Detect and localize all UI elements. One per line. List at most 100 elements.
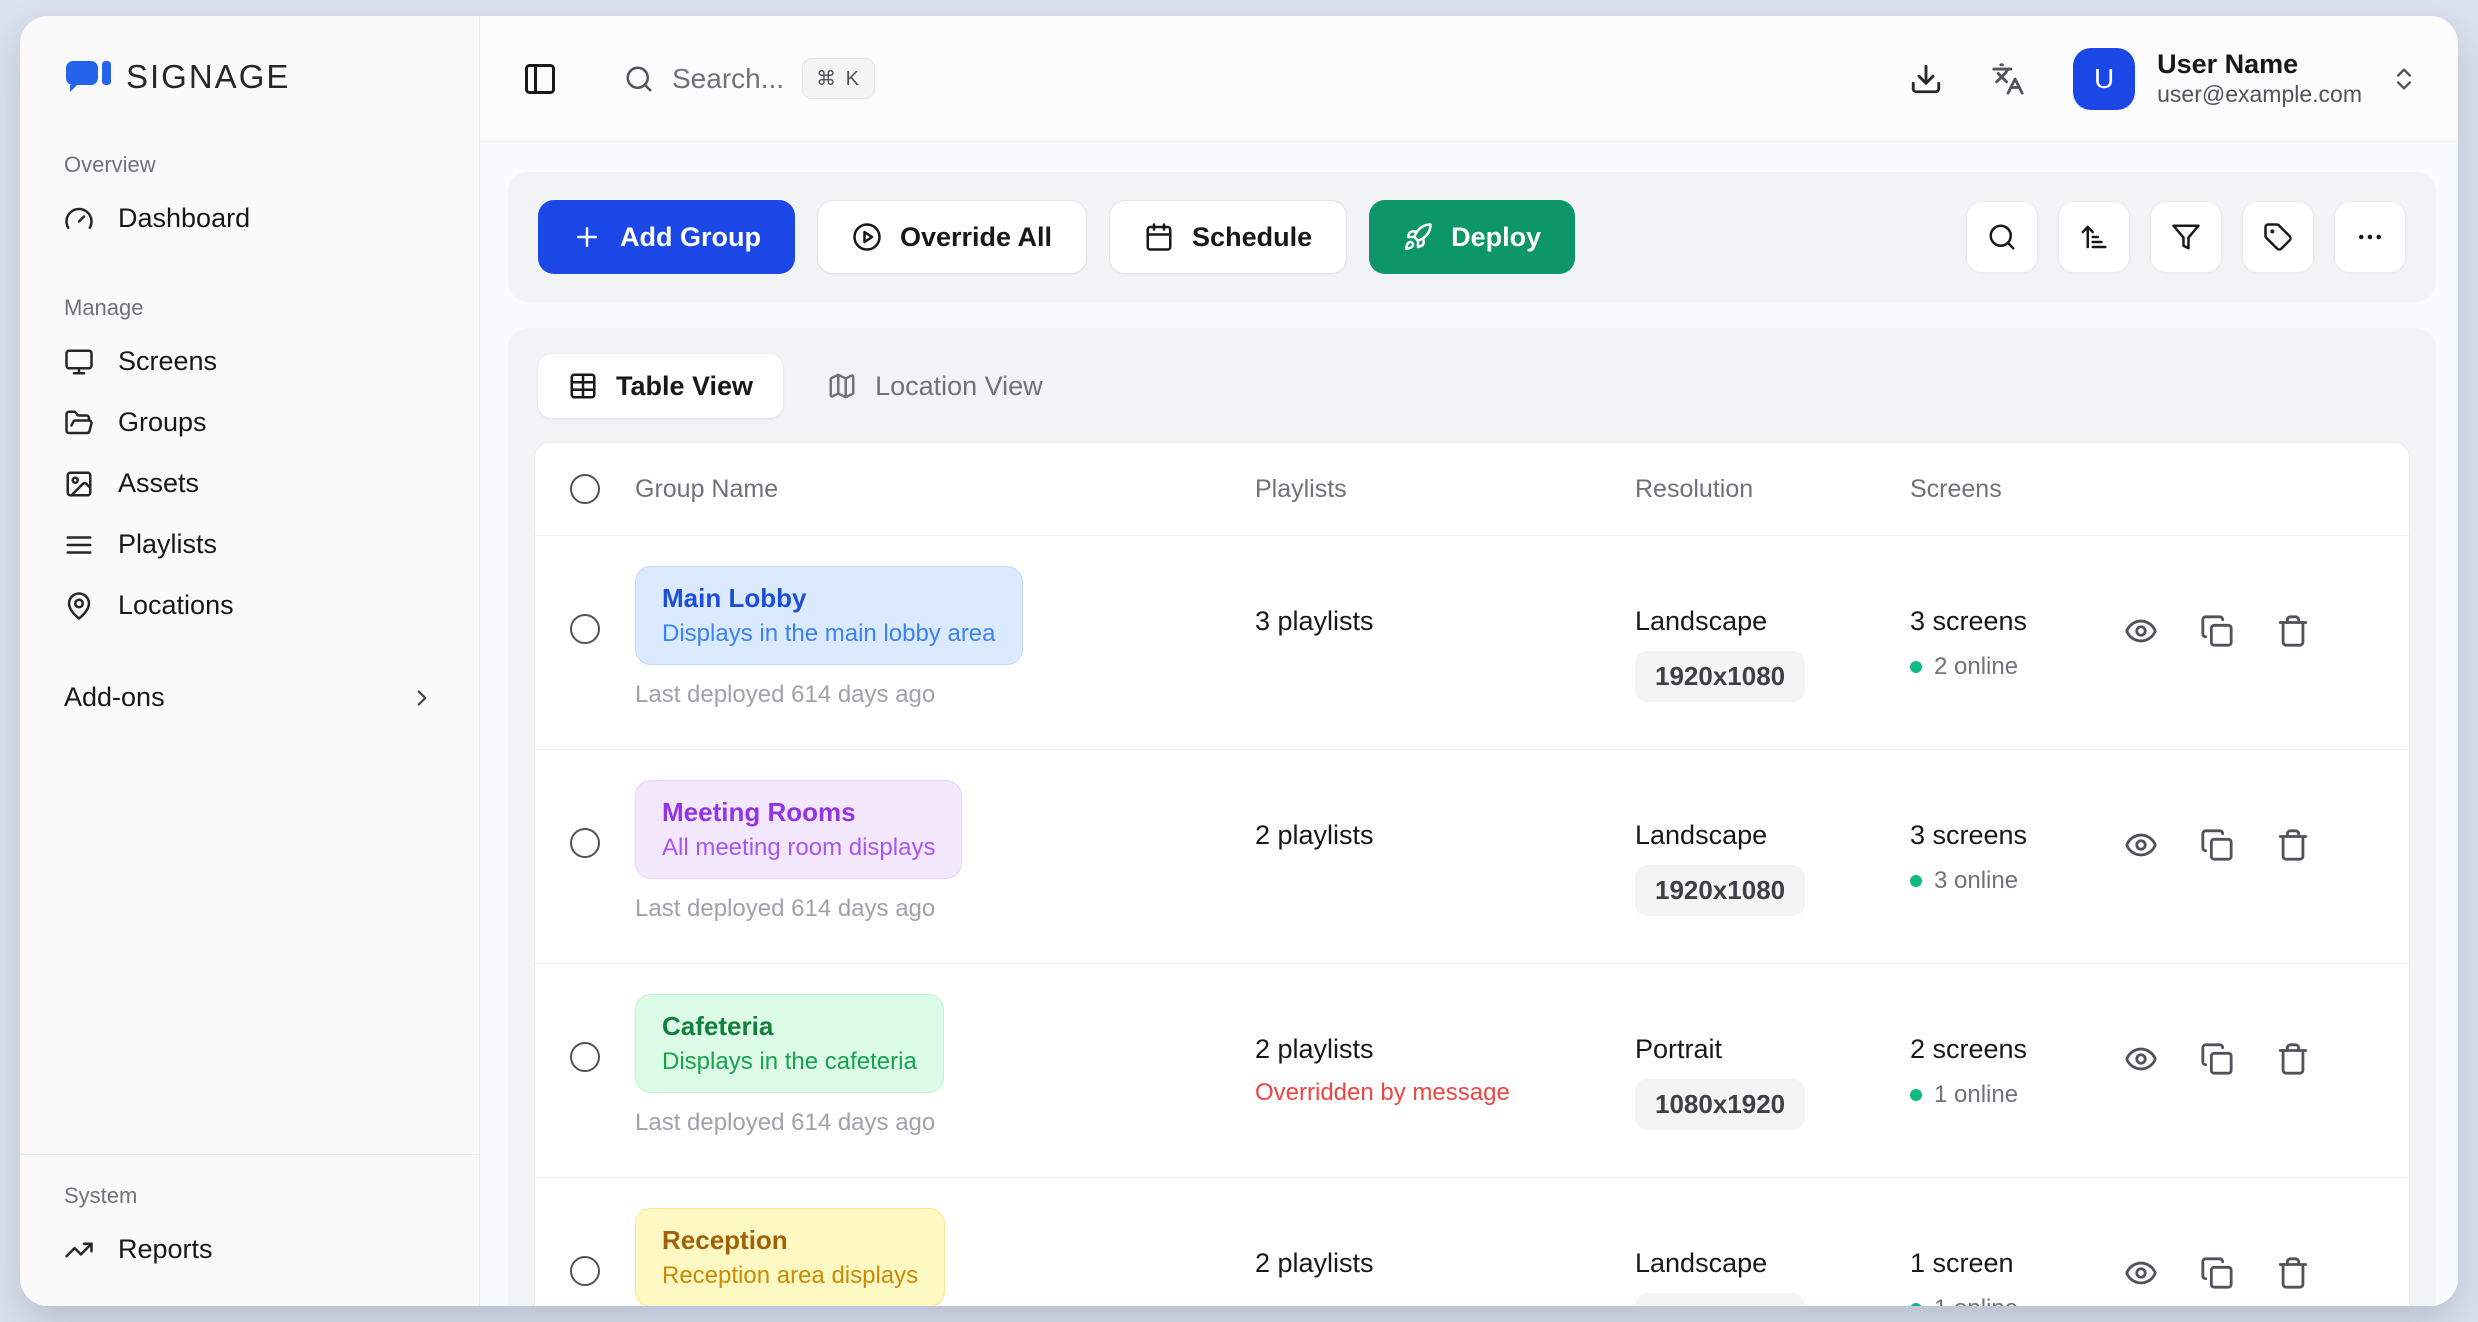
row-checkbox[interactable] bbox=[570, 614, 600, 644]
sort-button[interactable] bbox=[2058, 201, 2130, 273]
screens-count: 3 screens bbox=[1910, 606, 2110, 637]
delete-group-button[interactable] bbox=[2276, 614, 2310, 648]
group-name-cell: Reception Reception area displays Last d… bbox=[635, 1208, 1255, 1306]
trash-icon bbox=[2276, 614, 2310, 648]
language-button[interactable] bbox=[1991, 62, 2025, 96]
add-group-label: Add Group bbox=[620, 222, 761, 253]
group-description: Displays in the cafeteria bbox=[662, 1048, 917, 1076]
delete-group-button[interactable] bbox=[2276, 828, 2310, 862]
groups-table: Group Name Playlists Resolution Screens … bbox=[534, 442, 2410, 1306]
row-checkbox[interactable] bbox=[570, 828, 600, 858]
delete-group-button[interactable] bbox=[2276, 1042, 2310, 1076]
group-name-cell: Meeting Rooms All meeting room displays … bbox=[635, 780, 1255, 923]
plus-icon bbox=[572, 222, 602, 252]
table-icon bbox=[568, 371, 598, 401]
search-placeholder: Search... bbox=[672, 63, 784, 95]
sidebar-item-locations[interactable]: Locations bbox=[20, 575, 479, 636]
main-area: Search... ⌘ K U User Name user@example.c… bbox=[480, 16, 2458, 1306]
sidebar-item-addons[interactable]: Add-ons bbox=[20, 662, 479, 733]
online-status: 1 online bbox=[1910, 1295, 2110, 1306]
global-search[interactable]: Search... ⌘ K bbox=[624, 58, 875, 99]
eye-icon bbox=[2124, 828, 2158, 862]
online-dot bbox=[1910, 875, 1922, 887]
row-checkbox[interactable] bbox=[570, 1256, 600, 1286]
delete-group-button[interactable] bbox=[2276, 1256, 2310, 1290]
duplicate-group-button[interactable] bbox=[2200, 1042, 2234, 1076]
last-deployed-text: Last deployed 614 days ago bbox=[635, 1109, 1255, 1137]
resolution-badge: 1920x1080 bbox=[1635, 865, 1805, 916]
pi-logo-icon bbox=[64, 59, 116, 95]
column-header-playlists: Playlists bbox=[1255, 475, 1635, 504]
playlists-cell: 2 playlists Overridden by message bbox=[1255, 994, 1635, 1107]
last-deployed-text: Last deployed 614 days ago bbox=[635, 681, 1255, 709]
online-count: 2 online bbox=[1934, 653, 2018, 681]
row-actions bbox=[2110, 1208, 2409, 1290]
duplicate-group-button[interactable] bbox=[2200, 1256, 2234, 1290]
sidebar-item-label: Dashboard bbox=[118, 203, 250, 234]
group-badge[interactable]: Main Lobby Displays in the main lobby ar… bbox=[635, 566, 1023, 665]
add-group-button[interactable]: Add Group bbox=[538, 200, 795, 274]
download-icon bbox=[1909, 62, 1943, 96]
resolution-badge: 1920x1080 bbox=[1635, 651, 1805, 702]
chevrons-up-down-icon bbox=[2390, 65, 2418, 93]
ellipsis-icon bbox=[2355, 222, 2385, 252]
tags-button[interactable] bbox=[2242, 201, 2314, 273]
view-group-button[interactable] bbox=[2124, 1256, 2158, 1290]
copy-icon bbox=[2200, 614, 2234, 648]
sidebar-item-assets[interactable]: Assets bbox=[20, 453, 479, 514]
deploy-button[interactable]: Deploy bbox=[1369, 200, 1575, 274]
app-window: SIGNAGE Overview Dashboard Manage Screen… bbox=[20, 16, 2458, 1306]
select-all-checkbox[interactable] bbox=[570, 474, 600, 504]
more-actions-button[interactable] bbox=[2334, 201, 2406, 273]
sidebar-toggle-button[interactable] bbox=[522, 61, 558, 97]
download-button[interactable] bbox=[1909, 62, 1943, 96]
view-group-button[interactable] bbox=[2124, 614, 2158, 648]
sidebar-item-reports[interactable]: Reports bbox=[20, 1219, 479, 1280]
override-all-label: Override All bbox=[900, 222, 1052, 253]
group-badge[interactable]: Meeting Rooms All meeting room displays bbox=[635, 780, 962, 879]
screens-count: 3 screens bbox=[1910, 820, 2110, 851]
override-all-button[interactable]: Override All bbox=[817, 200, 1087, 274]
brand-logo: SIGNAGE bbox=[20, 16, 479, 106]
schedule-button[interactable]: Schedule bbox=[1109, 200, 1347, 274]
groups-table-card: Table View Location View Group Name Play… bbox=[508, 328, 2436, 1306]
sidebar-item-screens[interactable]: Screens bbox=[20, 331, 479, 392]
view-group-button[interactable] bbox=[2124, 1042, 2158, 1076]
deploy-label: Deploy bbox=[1451, 222, 1541, 253]
screens-cell: 1 screen 1 online bbox=[1910, 1208, 2110, 1306]
sidebar-item-label: Locations bbox=[118, 590, 234, 621]
brand-name: SIGNAGE bbox=[126, 58, 290, 96]
table-header-row: Group Name Playlists Resolution Screens bbox=[535, 443, 2409, 535]
schedule-label: Schedule bbox=[1192, 222, 1312, 253]
row-actions bbox=[2110, 994, 2409, 1076]
tab-location-view[interactable]: Location View bbox=[797, 354, 1073, 418]
user-menu[interactable]: U User Name user@example.com bbox=[2073, 48, 2418, 110]
tab-table-view[interactable]: Table View bbox=[538, 354, 783, 418]
duplicate-group-button[interactable] bbox=[2200, 614, 2234, 648]
sidebar-item-label: Reports bbox=[118, 1234, 213, 1265]
orientation-label: Landscape bbox=[1635, 606, 1910, 637]
resolution-cell: Landscape 1920x1080 bbox=[1635, 1208, 1910, 1306]
duplicate-group-button[interactable] bbox=[2200, 828, 2234, 862]
row-checkbox[interactable] bbox=[570, 1042, 600, 1072]
sidebar-section-manage: Manage bbox=[20, 295, 479, 321]
filter-button[interactable] bbox=[2150, 201, 2222, 273]
table-search-button[interactable] bbox=[1966, 201, 2038, 273]
view-group-button[interactable] bbox=[2124, 828, 2158, 862]
sidebar-item-playlists[interactable]: Playlists bbox=[20, 514, 479, 575]
sidebar-item-label: Groups bbox=[118, 407, 207, 438]
funnel-icon bbox=[2171, 222, 2201, 252]
group-description: Reception area displays bbox=[662, 1262, 918, 1290]
tab-location-view-label: Location View bbox=[875, 371, 1043, 402]
group-name-cell: Cafeteria Displays in the cafeteria Last… bbox=[635, 994, 1255, 1137]
orientation-label: Landscape bbox=[1635, 820, 1910, 851]
group-badge[interactable]: Reception Reception area displays bbox=[635, 1208, 945, 1306]
orientation-label: Landscape bbox=[1635, 1248, 1910, 1279]
screens-cell: 3 screens 3 online bbox=[1910, 780, 2110, 895]
online-dot bbox=[1910, 661, 1922, 673]
row-actions bbox=[2110, 566, 2409, 648]
group-badge[interactable]: Cafeteria Displays in the cafeteria bbox=[635, 994, 944, 1093]
sidebar-item-groups[interactable]: Groups bbox=[20, 392, 479, 453]
sidebar-item-dashboard[interactable]: Dashboard bbox=[20, 188, 479, 249]
search-icon bbox=[1987, 222, 2017, 252]
